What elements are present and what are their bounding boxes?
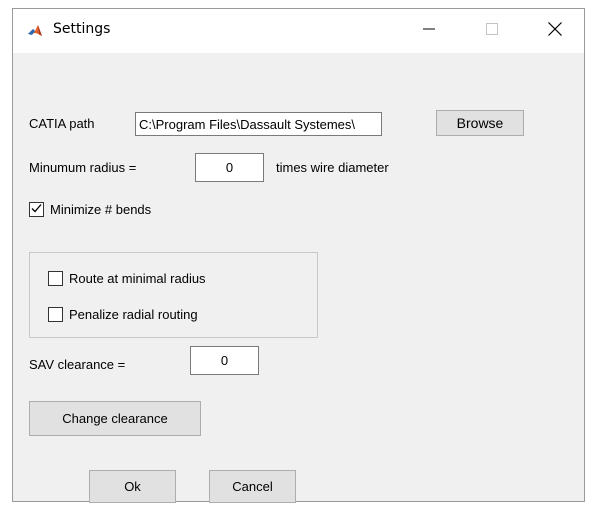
- maximize-icon: [486, 22, 498, 40]
- maximize-button[interactable]: [469, 9, 515, 53]
- close-button[interactable]: [532, 9, 578, 53]
- browse-button[interactable]: Browse: [436, 110, 524, 136]
- sav-clearance-input[interactable]: 0: [190, 346, 259, 375]
- ok-button[interactable]: Ok: [89, 470, 176, 503]
- cancel-button[interactable]: Cancel: [209, 470, 296, 503]
- catia-path-label: CATIA path: [29, 116, 95, 131]
- penalize-radial-routing-label: Penalize radial routing: [69, 307, 198, 322]
- checkbox-box[interactable]: [48, 307, 63, 322]
- penalize-radial-routing-checkbox[interactable]: Penalize radial routing: [48, 307, 198, 322]
- checkbox-box[interactable]: [48, 271, 63, 286]
- close-icon: [548, 21, 562, 41]
- catia-path-input[interactable]: C:\Program Files\Dassault Systemes\: [135, 112, 382, 136]
- minimum-radius-label: Minumum radius =: [29, 160, 137, 175]
- radius-units-label: times wire diameter: [276, 160, 389, 175]
- check-icon: [31, 202, 42, 217]
- route-minimal-radius-checkbox[interactable]: Route at minimal radius: [48, 271, 206, 286]
- matlab-icon: [27, 23, 43, 39]
- minimum-radius-input[interactable]: 0: [195, 153, 264, 182]
- sav-clearance-label: SAV clearance =: [29, 357, 126, 372]
- change-clearance-button[interactable]: Change clearance: [29, 401, 201, 436]
- minimize-bends-checkbox[interactable]: Minimize # bends: [29, 202, 151, 217]
- window-title: Settings: [53, 21, 111, 37]
- minimize-button[interactable]: [406, 9, 452, 53]
- settings-window: Settings CATIA path C:\Program Files\Das…: [12, 8, 585, 503]
- minimize-bends-label: Minimize # bends: [50, 202, 152, 217]
- checkbox-box[interactable]: [29, 202, 44, 217]
- minimize-icon: [423, 22, 435, 40]
- route-minimal-radius-label: Route at minimal radius: [69, 271, 206, 286]
- routing-options-group: Route at minimal radius Penalize radial …: [29, 252, 318, 338]
- title-bar[interactable]: Settings: [13, 9, 584, 53]
